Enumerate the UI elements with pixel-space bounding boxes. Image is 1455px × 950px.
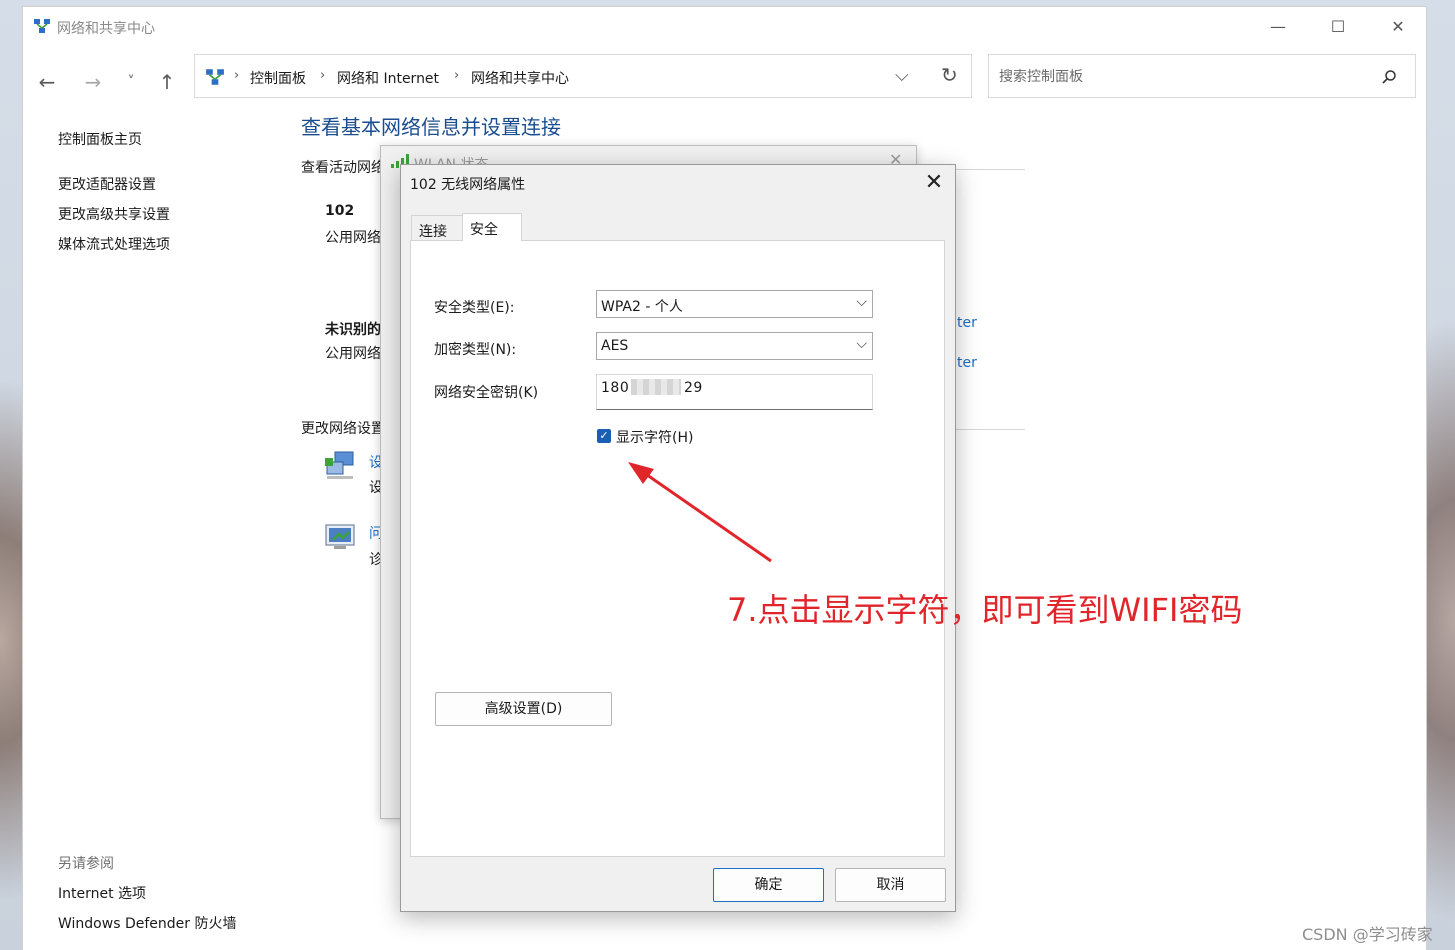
annotation-text: 7.点击显示字符，即可看到WIFI密码 — [727, 591, 1243, 629]
watermark: CSDN @学习砖家 — [1302, 925, 1433, 944]
annotation-arrow — [628, 462, 772, 563]
tab-security[interactable]: 安全 — [462, 213, 522, 241]
